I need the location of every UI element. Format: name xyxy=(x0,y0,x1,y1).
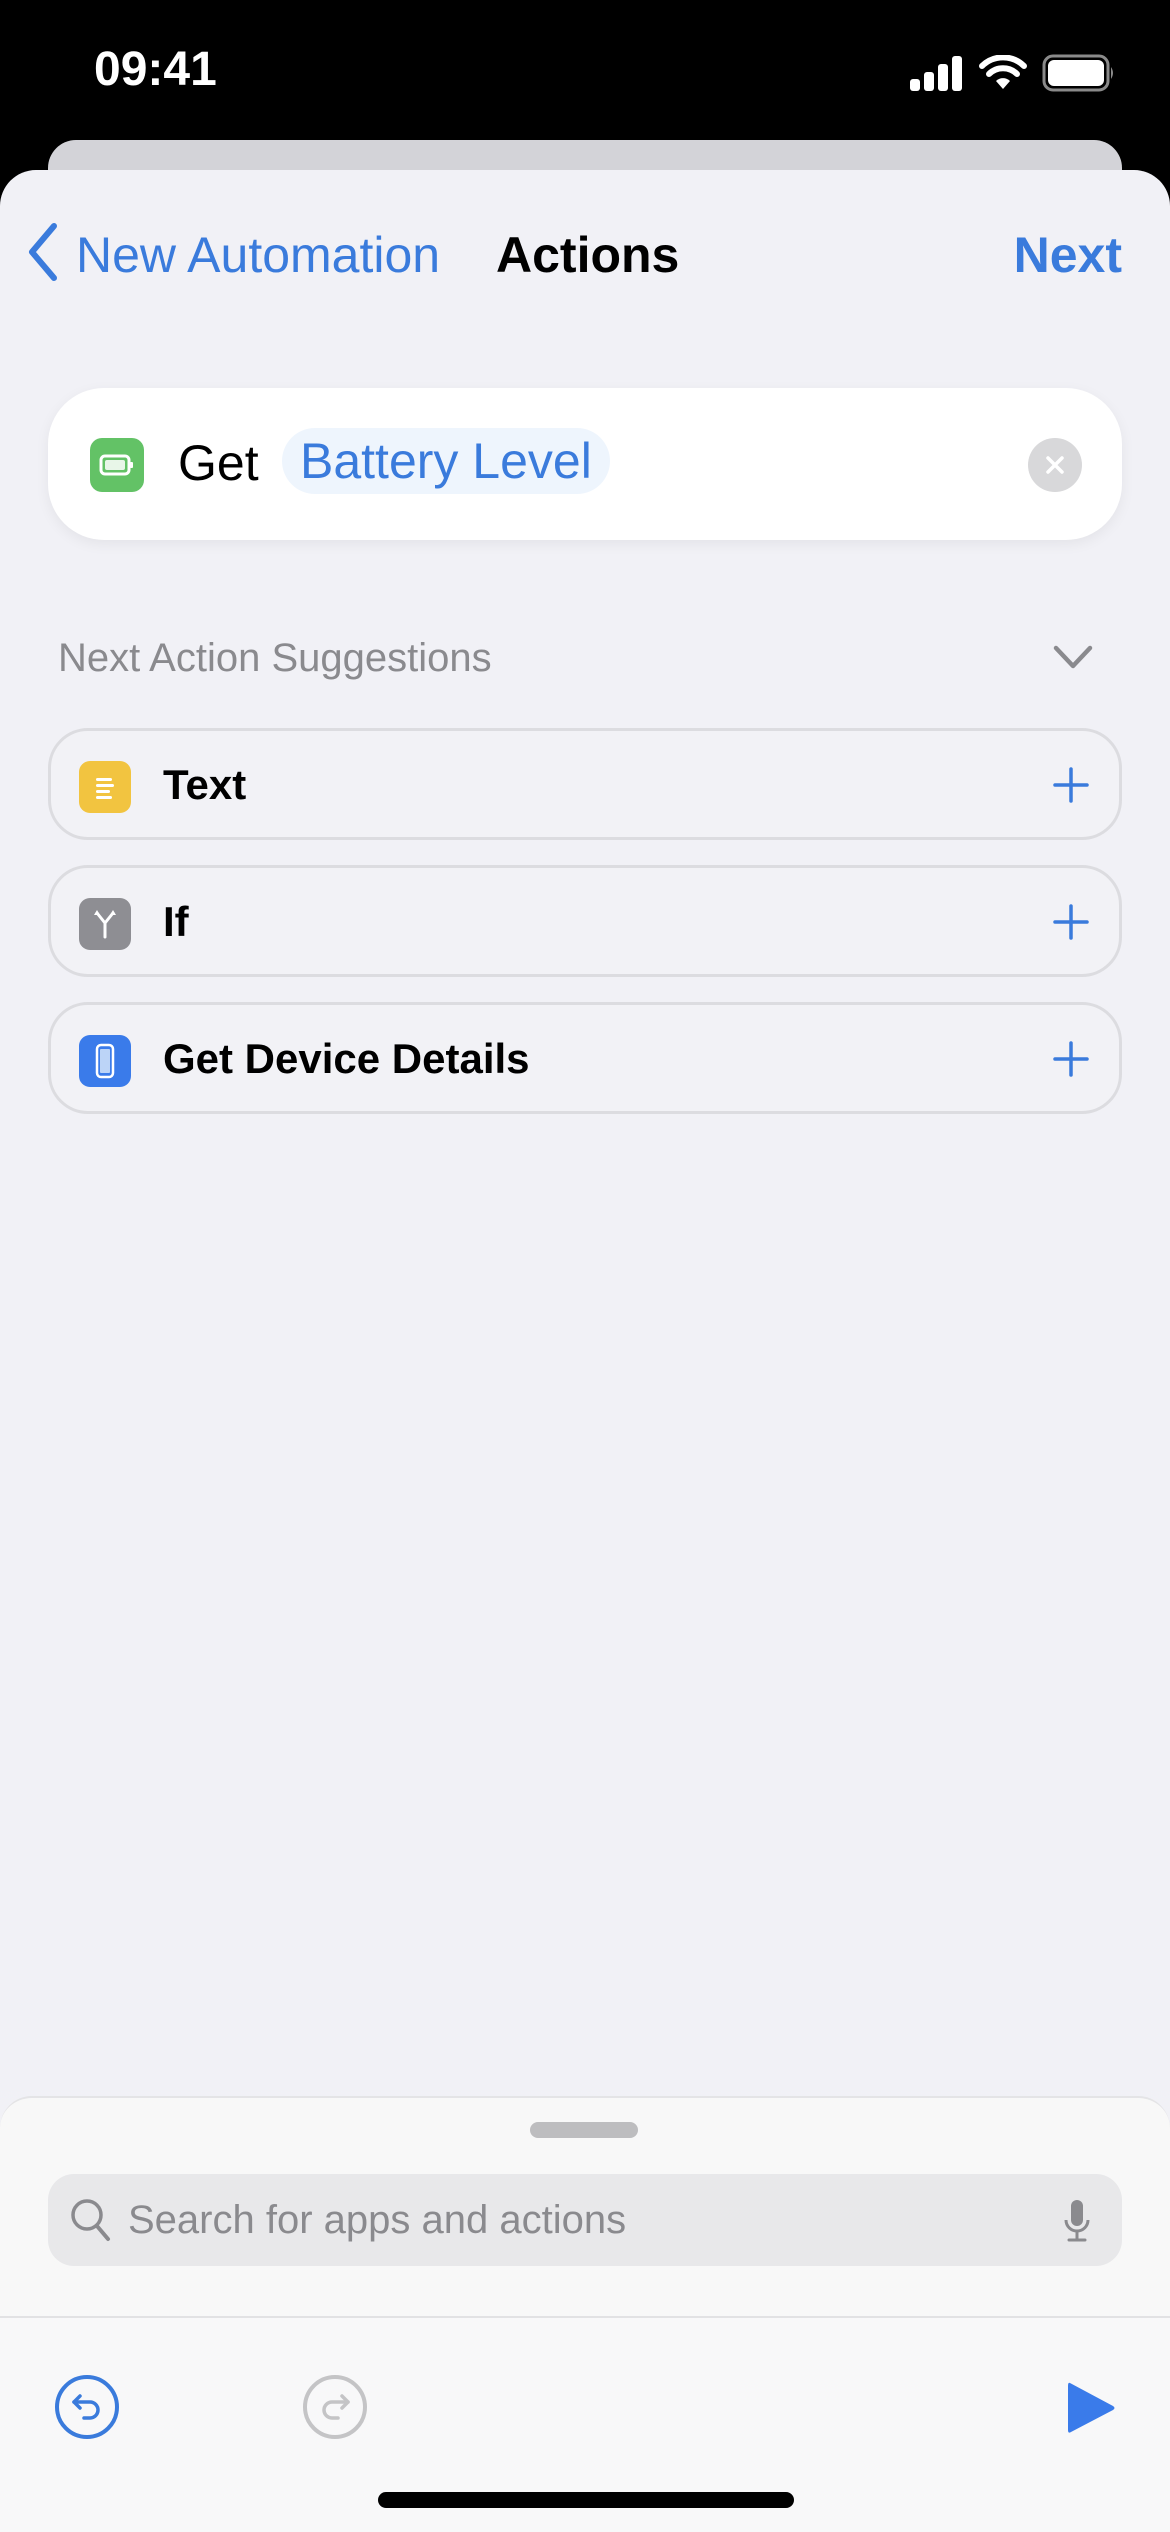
suggestion-item-get-device-details[interactable]: Get Device Details xyxy=(48,1002,1122,1114)
suggestion-item-if[interactable]: If xyxy=(48,865,1122,977)
navigation-bar: New Automation Actions Next xyxy=(0,170,1170,340)
action-card[interactable]: Get Battery Level xyxy=(48,388,1122,540)
page-title: Actions xyxy=(496,227,680,283)
plus-icon[interactable] xyxy=(1051,1039,1091,1079)
search-input[interactable] xyxy=(128,2174,1028,2266)
action-verb: Get xyxy=(178,435,259,491)
next-button[interactable]: Next xyxy=(1014,226,1122,284)
text-lines-icon xyxy=(79,761,131,813)
chevron-left-icon xyxy=(26,222,60,287)
play-icon[interactable] xyxy=(1066,2380,1116,2441)
magnifier-icon xyxy=(68,2196,114,2249)
back-button-label: New Automation xyxy=(76,226,441,283)
action-parameter[interactable]: Battery Level xyxy=(282,428,610,494)
chevron-down-icon[interactable] xyxy=(1052,644,1094,675)
microphone-icon[interactable] xyxy=(1062,2198,1092,2249)
clear-icon xyxy=(1046,456,1064,474)
suggestions-header: Next Action Suggestions xyxy=(58,636,492,680)
search-field[interactable] xyxy=(48,2174,1122,2266)
back-button[interactable]: New Automation xyxy=(26,222,440,287)
status-bar: 09:41 xyxy=(0,0,1170,140)
suggestions-list: Text If Get Device Details xyxy=(48,728,1122,1139)
action-search-panel xyxy=(0,2096,1170,2532)
suggestion-label: If xyxy=(163,898,189,945)
suggestion-label: Text xyxy=(163,761,247,808)
phone-device-icon xyxy=(79,1035,131,1087)
status-icons xyxy=(910,54,1116,97)
branch-icon xyxy=(79,898,131,950)
undo-icon[interactable] xyxy=(54,2374,120,2445)
remove-action-button[interactable] xyxy=(1028,438,1082,492)
actions-sheet: New Automation Actions Next Get Battery … xyxy=(0,170,1170,2532)
wifi-icon xyxy=(978,54,1028,96)
suggestion-label: Get Device Details xyxy=(163,1035,530,1082)
home-indicator xyxy=(378,2492,794,2508)
battery-icon xyxy=(1042,54,1116,97)
status-time: 09:41 xyxy=(94,43,217,96)
cellular-signal-icon xyxy=(910,55,964,96)
plus-icon[interactable] xyxy=(1051,902,1091,942)
battery-icon xyxy=(90,438,144,492)
suggestion-item-text[interactable]: Text xyxy=(48,728,1122,840)
sheet-grabber[interactable] xyxy=(530,2122,638,2138)
plus-icon[interactable] xyxy=(1051,765,1091,805)
redo-icon xyxy=(302,2374,368,2445)
